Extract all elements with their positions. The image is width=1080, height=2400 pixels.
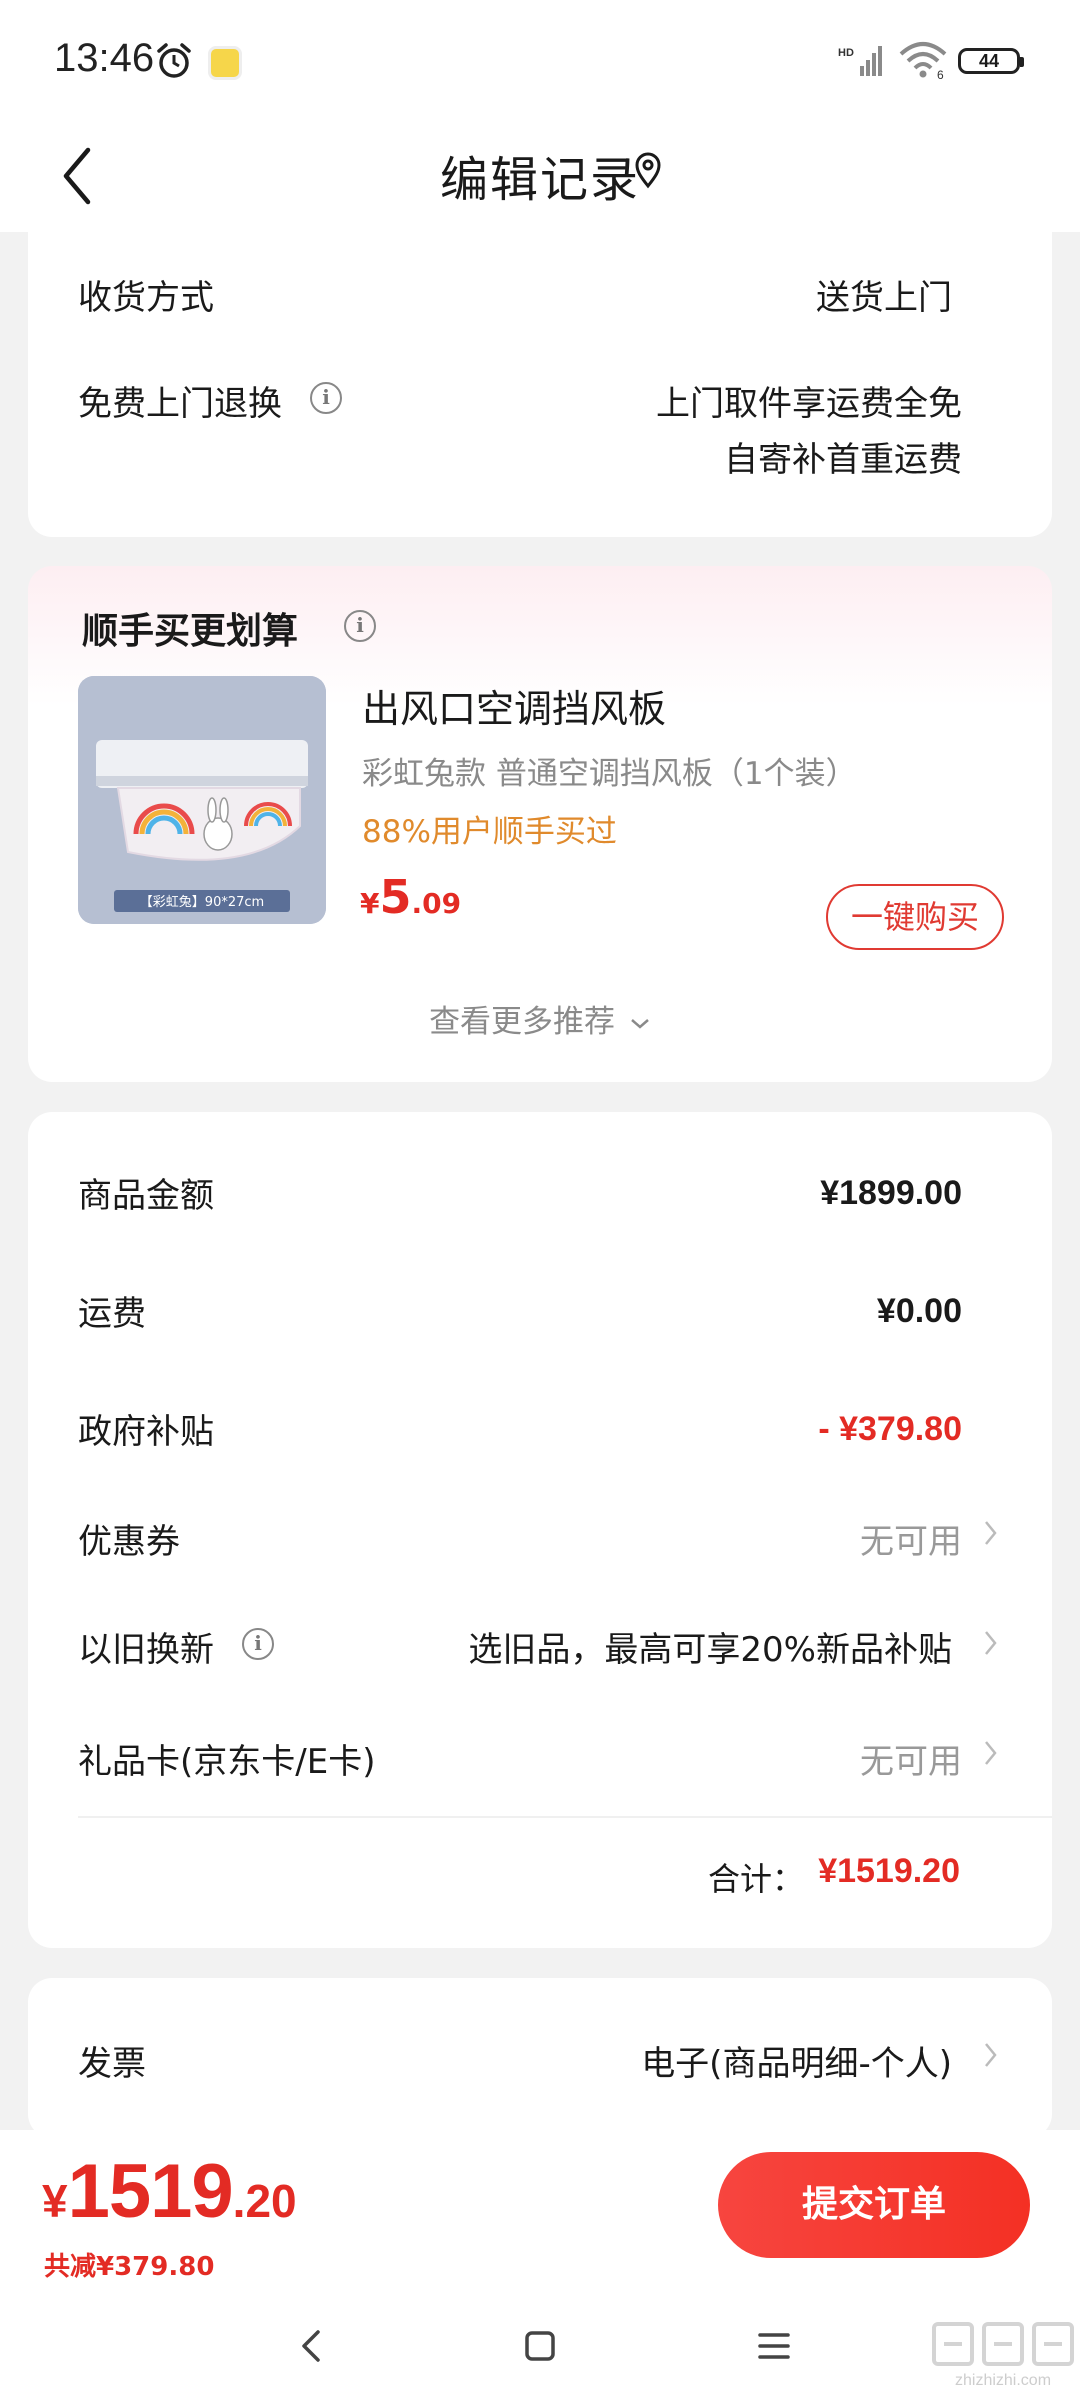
payable-total: ¥1519.20: [42, 2148, 297, 2235]
invoice-label: 发票: [78, 2044, 146, 2084]
watermark-logo-icon: [932, 2322, 1074, 2366]
shipping-label: 运费: [78, 1294, 146, 1334]
divider: [78, 1816, 1052, 1818]
watermark: zhizhizhi.com: [928, 2320, 1078, 2396]
one-click-buy-button[interactable]: 一键购买: [826, 884, 1004, 950]
wifi-icon: 6: [899, 42, 947, 80]
invoice-chevron-right-icon[interactable]: [982, 2038, 1000, 2072]
delivery-method-value[interactable]: 送货上门: [816, 270, 952, 319]
trade-in-info-icon[interactable]: i: [242, 1628, 274, 1660]
app-notification-icon: [208, 46, 242, 80]
gift-card-value[interactable]: 无可用: [860, 1734, 962, 1783]
submit-order-button[interactable]: 提交订单: [718, 2152, 1030, 2258]
coupon-chevron-right-icon[interactable]: [982, 1516, 1000, 1550]
coupon-value[interactable]: 无可用: [860, 1514, 962, 1563]
system-nav-bar: [0, 2290, 1080, 2400]
recommend-card: 顺手买更划算 i 【彩虹兔】90*27cm 出风口空调挡风板 彩虹兔款 普通空调…: [28, 566, 1052, 1082]
page-title: 编辑记录: [439, 152, 640, 208]
network-label: HD: [838, 47, 854, 59]
trade-in-value[interactable]: 选旧品，最高可享20%新品补贴: [468, 1622, 952, 1671]
location-pin-icon[interactable]: [632, 150, 664, 190]
product-price-currency: ¥: [360, 887, 380, 920]
recommend-info-icon[interactable]: i: [344, 610, 376, 642]
invoice-card[interactable]: 发票 电子(商品明细-个人): [28, 1978, 1052, 2138]
free-return-label: 免费上门退换: [78, 384, 282, 424]
delivery-method-label: 收货方式: [78, 278, 214, 318]
wifi-label: 6: [937, 68, 944, 80]
gift-card-chevron-right-icon[interactable]: [982, 1736, 1000, 1770]
chevron-down-icon: [631, 1018, 649, 1029]
total-label: 合计：: [708, 1860, 805, 1898]
status-time: 13:46: [54, 36, 155, 80]
product-price-integer: 5: [379, 870, 412, 924]
recommend-title: 顺手买更划算: [82, 611, 299, 652]
product-variant: 彩虹兔款 普通空调挡风板（1个装）: [362, 756, 857, 792]
battery-indicator: 44: [958, 48, 1024, 74]
product-name[interactable]: 出风口空调挡风板: [362, 678, 666, 733]
free-return-info-icon[interactable]: i: [310, 382, 342, 414]
status-bar: 13:46 HD 6 44: [0, 0, 1080, 120]
free-return-value-line2: 自寄补首重运费: [724, 440, 962, 480]
shipping-value: ¥0.00: [876, 1292, 962, 1330]
total-savings: 共减¥379.80: [44, 2252, 215, 2282]
delivery-card: 收货方式 送货上门 免费上门退换 i 上门取件享运费全免 自寄补首重运费: [28, 212, 1052, 537]
payable-currency: ¥: [42, 2175, 68, 2227]
product-image-caption: 【彩虹兔】90*27cm: [140, 895, 264, 910]
nav-menu-icon[interactable]: [746, 2318, 802, 2374]
more-recommendations-label: 查看更多推荐: [429, 1004, 616, 1040]
product-image[interactable]: 【彩虹兔】90*27cm: [78, 676, 326, 924]
product-price: ¥5.09: [360, 870, 461, 924]
checkout-bar: ¥1519.20 共减¥379.80 提交订单: [0, 2130, 1080, 2290]
trade-in-chevron-right-icon[interactable]: [982, 1626, 1000, 1660]
more-recommendations-link[interactable]: 查看更多推荐: [28, 996, 1052, 1041]
goods-amount-value: ¥1899.00: [820, 1174, 962, 1212]
product-purchase-stat: 88%用户顺手买过: [362, 814, 617, 850]
nav-home-icon[interactable]: [512, 2318, 568, 2374]
gift-card-label: 礼品卡(京东卡/E卡): [78, 1742, 376, 1782]
payable-integer: 1519: [67, 2149, 234, 2234]
watermark-text: zhizhizhi.com: [954, 2372, 1052, 2389]
coupon-label: 优惠券: [78, 1522, 180, 1562]
gov-subsidy-label: 政府补贴: [78, 1412, 214, 1452]
free-return-value-line1: 上门取件享运费全免: [656, 384, 962, 424]
product-price-decimal: .09: [411, 887, 462, 920]
cellular-signal-icon: HD: [838, 46, 882, 76]
gov-subsidy-value: - ¥379.80: [818, 1410, 962, 1448]
alarm-clock-icon: [157, 43, 191, 78]
goods-amount-label: 商品金额: [78, 1176, 214, 1216]
product-image-art: 【彩虹兔】90*27cm: [78, 676, 326, 924]
total-value: ¥1519.20: [818, 1852, 960, 1890]
nav-back-icon[interactable]: [284, 2318, 340, 2374]
payable-decimal: .20: [232, 2175, 297, 2227]
trade-in-label: 以旧换新: [78, 1630, 214, 1670]
price-breakdown-card: 商品金额 ¥1899.00 运费 ¥0.00 政府补贴 - ¥379.80 优惠…: [28, 1112, 1052, 1948]
invoice-value[interactable]: 电子(商品明细-个人): [641, 2036, 952, 2085]
